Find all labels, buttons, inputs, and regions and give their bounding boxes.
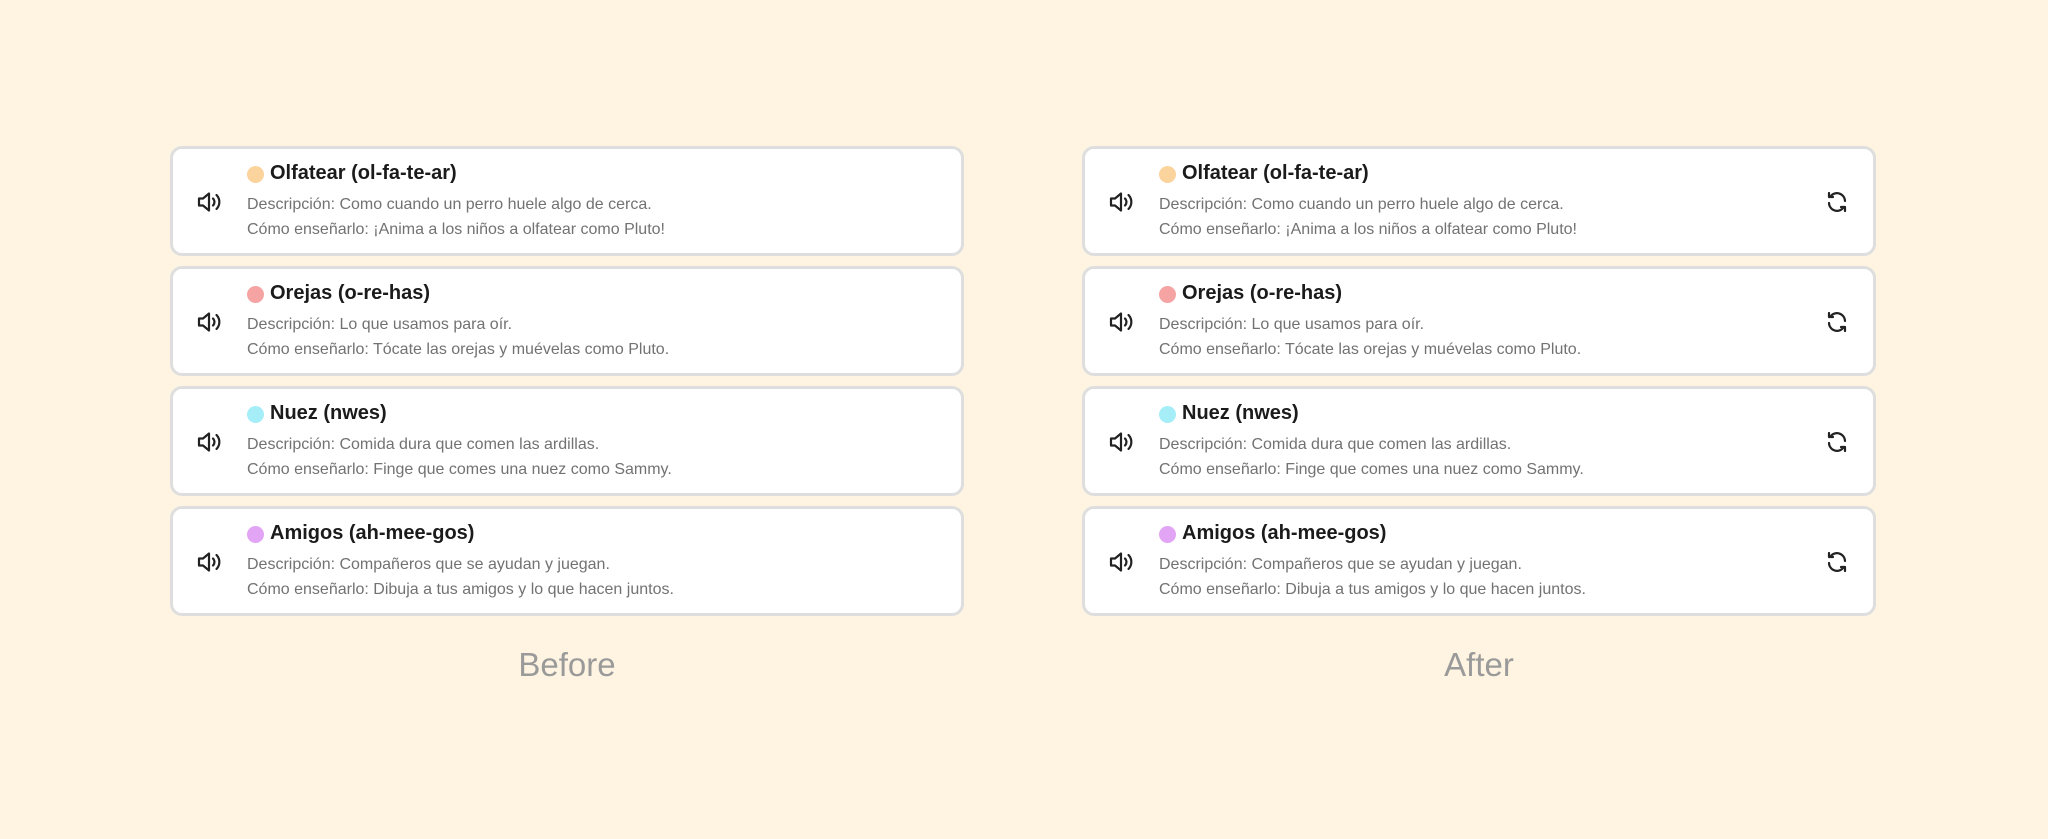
speaker-icon[interactable] xyxy=(197,310,223,334)
vocab-card-orejas: Orejas (o-re-has) Descripción: Lo que us… xyxy=(1082,266,1876,376)
color-dot xyxy=(1159,286,1176,303)
vocab-teaching-tip: Cómo enseñarlo: Tócate las orejas y muév… xyxy=(1159,341,1582,358)
vocab-card-nuez: Nuez (nwes) Descripción: Comida dura que… xyxy=(1082,386,1876,496)
vocab-card-nuez: Nuez (nwes) Descripción: Comida dura que… xyxy=(170,386,964,496)
vocab-description: Descripción: Lo que usamos para oír. xyxy=(247,316,513,333)
vocab-description: Descripción: Compañeros que se ayudan y … xyxy=(1159,556,1522,573)
vocab-description: Descripción: Lo que usamos para oír. xyxy=(1159,316,1425,333)
vocab-card-amigos: Amigos (ah-mee-gos) Descripción: Compañe… xyxy=(1082,506,1876,616)
refresh-icon[interactable] xyxy=(1825,190,1849,214)
vocab-teaching-tip: Cómo enseñarlo: Tócate las orejas y muév… xyxy=(247,341,670,358)
vocab-card-olfatear: Olfatear (ol-fa-te-ar) Descripción: Como… xyxy=(170,146,964,256)
color-dot xyxy=(1159,406,1176,423)
speaker-icon[interactable] xyxy=(197,550,223,574)
after-panel: Olfatear (ol-fa-te-ar) Descripción: Como… xyxy=(1082,146,1876,626)
color-dot xyxy=(247,406,264,423)
color-dot xyxy=(1159,166,1176,183)
speaker-icon[interactable] xyxy=(1109,550,1135,574)
speaker-icon[interactable] xyxy=(1109,430,1135,454)
vocab-description: Descripción: Comida dura que comen las a… xyxy=(247,436,600,453)
vocab-description: Descripción: Como cuando un perro huele … xyxy=(247,196,652,213)
vocab-card-orejas: Orejas (o-re-has) Descripción: Lo que us… xyxy=(170,266,964,376)
speaker-icon[interactable] xyxy=(197,190,223,214)
vocab-teaching-tip: Cómo enseñarlo: ¡Anima a los niños a olf… xyxy=(247,221,665,238)
vocab-word: Amigos (ah-mee-gos) xyxy=(270,522,475,544)
vocab-description: Descripción: Compañeros que se ayudan y … xyxy=(247,556,610,573)
color-dot xyxy=(247,286,264,303)
color-dot xyxy=(247,526,264,543)
vocab-word: Nuez (nwes) xyxy=(1182,402,1299,424)
vocab-teaching-tip: Cómo enseñarlo: Finge que comes una nuez… xyxy=(247,461,672,478)
vocab-word: Orejas (o-re-has) xyxy=(1182,282,1343,304)
refresh-icon[interactable] xyxy=(1825,310,1849,334)
refresh-icon[interactable] xyxy=(1825,550,1849,574)
speaker-icon[interactable] xyxy=(1109,190,1135,214)
color-dot xyxy=(247,166,264,183)
color-dot xyxy=(1159,526,1176,543)
refresh-icon[interactable] xyxy=(1825,430,1849,454)
before-caption: Before xyxy=(518,646,616,683)
vocab-card-amigos: Amigos (ah-mee-gos) Descripción: Compañe… xyxy=(170,506,964,616)
vocab-teaching-tip: Cómo enseñarlo: Dibuja a tus amigos y lo… xyxy=(247,581,674,598)
speaker-icon[interactable] xyxy=(1109,310,1135,334)
vocab-teaching-tip: Cómo enseñarlo: Finge que comes una nuez… xyxy=(1159,461,1584,478)
vocab-word: Amigos (ah-mee-gos) xyxy=(1182,522,1387,544)
vocab-word: Olfatear (ol-fa-te-ar) xyxy=(1182,162,1369,184)
vocab-teaching-tip: Cómo enseñarlo: Dibuja a tus amigos y lo… xyxy=(1159,581,1586,598)
vocab-card-olfatear: Olfatear (ol-fa-te-ar) Descripción: Como… xyxy=(1082,146,1876,256)
vocab-description: Descripción: Como cuando un perro huele … xyxy=(1159,196,1564,213)
vocab-description: Descripción: Comida dura que comen las a… xyxy=(1159,436,1512,453)
vocab-word: Olfatear (ol-fa-te-ar) xyxy=(270,162,457,184)
after-caption: After xyxy=(1444,646,1514,683)
vocab-word: Orejas (o-re-has) xyxy=(270,282,431,304)
before-panel: Olfatear (ol-fa-te-ar) Descripción: Como… xyxy=(170,146,964,626)
speaker-icon[interactable] xyxy=(197,430,223,454)
vocab-word: Nuez (nwes) xyxy=(270,402,387,424)
vocab-teaching-tip: Cómo enseñarlo: ¡Anima a los niños a olf… xyxy=(1159,221,1577,238)
